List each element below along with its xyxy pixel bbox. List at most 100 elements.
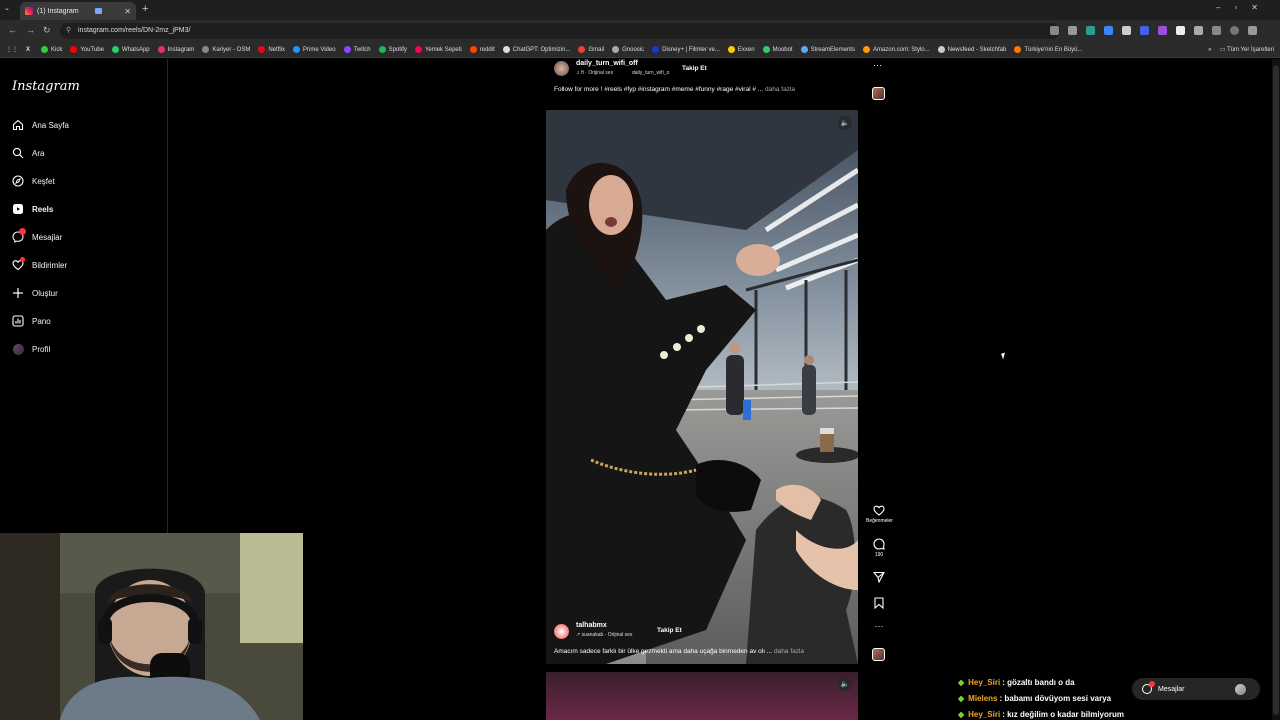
bookmark-item[interactable]: Newsfeed - Sketchfab <box>937 46 1006 53</box>
sidebar-item-search[interactable]: Ara <box>12 147 44 159</box>
bookmark-item[interactable]: YouTube <box>70 46 104 53</box>
reel-audio-thumbnail[interactable] <box>872 648 885 661</box>
mute-toggle-icon[interactable]: 🔈 <box>838 116 852 130</box>
chat-badge-icon: ◆ <box>958 677 965 687</box>
bookmark-item[interactable]: Prime Video <box>293 46 336 53</box>
reading-list-icon[interactable] <box>1212 26 1221 35</box>
instagram-logo[interactable]: Instagram <box>12 79 80 94</box>
reel-audio[interactable]: ↗ suanakab · Orijinal ses <box>576 632 632 638</box>
menu-icon[interactable] <box>1248 26 1257 35</box>
reel-prev-username[interactable]: daily_turn_wifi_off <box>576 60 638 67</box>
sidebar-item-profile[interactable]: Profil <box>12 343 50 355</box>
reel-video[interactable]: 🔈 talhabmx ↗ suanakab · Orijinal ses Tak… <box>546 110 858 664</box>
share-button[interactable] <box>866 571 892 585</box>
browser-toolbar: ← → ↻ ⚲ instagram.com/reels/DN-2mz_jPM3/ <box>0 20 1280 42</box>
bookmark-item[interactable]: Instagram <box>157 46 194 53</box>
save-button[interactable] <box>866 597 892 611</box>
compass-icon <box>12 175 24 187</box>
chat-text: : babamı dövüyom sesi varya <box>999 693 1112 703</box>
bookmark-item[interactable]: Amazon.com: Stylo... <box>862 46 930 53</box>
bookmark-item[interactable]: Twitch <box>343 46 371 53</box>
reel-prev-follow-button[interactable]: Takip Et <box>682 65 707 72</box>
forward-icon[interactable]: → <box>26 25 35 35</box>
like-button[interactable]: Beğenmeler <box>866 505 893 524</box>
sidebar-item-create[interactable]: Oluştur <box>12 287 58 299</box>
comment-button[interactable]: 190 <box>866 538 892 558</box>
all-bookmarks-folder[interactable]: » ▭ Tüm Yer İşaretleri <box>1208 46 1274 53</box>
page-scrollbar[interactable] <box>1272 59 1280 720</box>
reel-prev-more-options-icon[interactable]: ··· <box>873 60 882 70</box>
extension-icon[interactable] <box>1176 26 1185 35</box>
bookmark-item[interactable]: Disney+ | Filmler ve... <box>652 46 720 53</box>
apps-icon[interactable]: ⋮⋮ <box>6 46 18 53</box>
address-bar[interactable]: ⚲ instagram.com/reels/DN-2mz_jPM3/ <box>60 23 1060 39</box>
extensions-icon[interactable] <box>1194 26 1203 35</box>
sidebar-item-explore[interactable]: Keşfet <box>12 175 55 187</box>
more-options-icon[interactable]: ··· <box>866 621 892 631</box>
browser-tab[interactable]: (1) Instagram ✕ <box>20 2 136 20</box>
tab-search-icon[interactable]: ⌄ <box>4 4 10 12</box>
reel-prev-avatar[interactable] <box>554 61 569 76</box>
sidebar-item-messages[interactable]: Mesajlar <box>12 228 62 243</box>
notification-badge <box>19 228 26 235</box>
bookmark-item[interactable]: WhatsApp <box>111 46 150 53</box>
sidebar-item-home[interactable]: Ana Sayfa <box>12 119 69 131</box>
bookmark-item[interactable]: Netflix <box>258 46 285 53</box>
back-icon[interactable]: ← <box>8 25 17 35</box>
profile-icon[interactable] <box>1230 26 1239 35</box>
extension-icon[interactable] <box>1104 26 1113 35</box>
mute-toggle-icon[interactable]: 🔈 <box>838 677 852 691</box>
tab-media-icon[interactable] <box>94 8 102 14</box>
next-reel-video[interactable]: 🔈 <box>546 672 858 720</box>
sidebar-item-label: Keşfet <box>32 176 55 186</box>
bookmark-item[interactable]: Kariyer - OSM <box>202 46 250 53</box>
reel-avatar[interactable] <box>554 624 569 639</box>
bookmark-item[interactable]: Gnoosic <box>612 46 644 53</box>
bookmark-item[interactable]: ChatGPT: Optimizin... <box>502 46 570 53</box>
search-icon <box>12 147 24 159</box>
window-controls[interactable]: –▫✕ <box>1216 3 1272 12</box>
extension-icon[interactable] <box>1122 26 1131 35</box>
bookmark-item[interactable]: Spotify <box>378 46 407 53</box>
sidebar-item-dashboard[interactable]: Pano <box>12 315 51 327</box>
sidebar-item-label: Profil <box>32 344 51 354</box>
sidebar-item-notifications[interactable]: Bildirimler <box>12 257 67 271</box>
bookmark-favicon-icon <box>469 46 477 53</box>
browser-tabbar: ⌄ (1) Instagram ✕ + –▫✕ <box>0 0 1280 20</box>
extension-icon[interactable] <box>1158 26 1167 35</box>
messages-floating-button[interactable]: Mesajlar <box>1132 678 1260 700</box>
bookmark-favicon-icon <box>862 46 870 53</box>
reel-prev-more-link[interactable]: daha fazla <box>765 86 795 93</box>
reload-icon[interactable]: ↻ <box>43 25 51 36</box>
bookmark-x[interactable]: X <box>26 47 33 53</box>
reel-more-link[interactable]: daha fazla <box>774 648 804 655</box>
reel-prev-audio[interactable]: ♫ ft · Orijinal ses <box>576 70 613 76</box>
cast-icon[interactable] <box>1050 26 1059 35</box>
bookmark-item[interactable]: Exxen <box>727 46 755 53</box>
reel-follow-button[interactable]: Takip Et <box>657 627 682 634</box>
bookmark-item[interactable]: Kick <box>41 46 62 53</box>
bookmark-item[interactable]: Türkiye'nin En Büyü... <box>1014 46 1083 53</box>
extension-icon[interactable] <box>1140 26 1149 35</box>
reel-username[interactable]: talhabmx <box>576 622 607 629</box>
bookmark-item[interactable]: Gmail <box>578 46 604 53</box>
new-tab-icon[interactable]: + <box>142 3 148 15</box>
bookmark-item[interactable]: StreamElements <box>800 46 855 53</box>
bookmark-favicon-icon <box>800 46 808 53</box>
extension-icon[interactable] <box>1086 26 1095 35</box>
messenger-icon <box>1142 681 1155 694</box>
reel-prev-audio-thumbnail[interactable] <box>872 87 885 100</box>
star-icon[interactable] <box>1068 26 1077 35</box>
bookmark-favicon-icon <box>157 46 165 53</box>
sidebar-item-reels[interactable]: Reels <box>12 203 53 215</box>
bookmark-item[interactable]: Yemek Sepeti <box>414 46 462 53</box>
tab-close-icon[interactable]: ✕ <box>124 7 131 16</box>
scrollbar-thumb[interactable] <box>1273 65 1279 715</box>
bookmark-item[interactable]: reddit <box>469 46 495 53</box>
bookmark-favicon-icon <box>378 46 386 53</box>
bookmark-item[interactable]: Moobot <box>762 46 793 53</box>
sidebar-item-label: Ara <box>32 148 45 158</box>
chat-text: : gözaltı bandı o da <box>1002 677 1075 687</box>
reel-prev-audio-owner[interactable]: daily_turn_wifi_o <box>632 70 669 76</box>
site-info-icon[interactable]: ⚲ <box>66 26 71 34</box>
